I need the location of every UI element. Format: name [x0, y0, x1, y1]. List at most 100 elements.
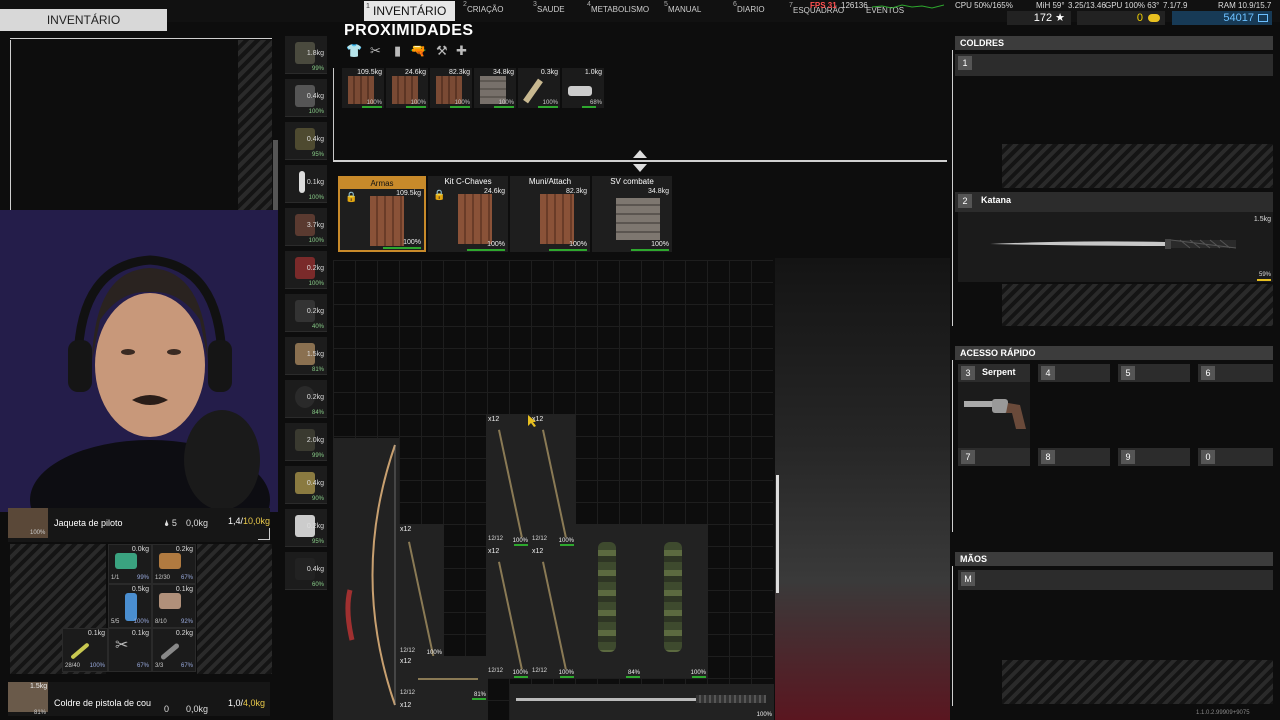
tab-inventory[interactable]: 1 INVENTÁRIO — [364, 1, 456, 21]
equip-slot[interactable]: 0.1kg 100% — [285, 165, 327, 203]
scrollbar[interactable] — [776, 475, 779, 593]
nearby-item[interactable]: 24.6kg 100% — [386, 68, 428, 108]
bow-icon — [345, 444, 396, 706]
holster-slot-2[interactable]: 2 Katana — [955, 192, 1273, 212]
item-condition: 81% — [311, 367, 324, 373]
ammo-count: 12/12 — [400, 690, 416, 696]
bag-item[interactable]: 0.2kg 3/3 67% — [152, 628, 196, 672]
grid-item-arrows[interactable]: x12 12/12 100% — [398, 524, 444, 658]
vram-readout: 7.1/7.9 — [1163, 1, 1188, 10]
grid-item-arrows[interactable]: x12 12/12 100% — [530, 414, 576, 546]
holster-name: Coldre de pistola de cou — [54, 698, 152, 708]
quick-slot-4[interactable]: 4 — [1038, 364, 1110, 382]
collapse-arrow-icon[interactable] — [633, 150, 647, 158]
holster-item-weight: 1.5kg — [30, 683, 48, 690]
container-combat[interactable]: SV combate 34.8kg 100% — [592, 176, 672, 252]
equip-slot[interactable]: 0.4kg 100% — [285, 79, 327, 117]
equip-slot[interactable]: 0.4kg 90% — [285, 466, 327, 504]
medical-filter-icon[interactable]: ✚ — [456, 43, 467, 59]
equip-slot[interactable]: 2.0kg 99% — [285, 423, 327, 461]
grid-item-camo-wrap[interactable]: 84% — [576, 524, 642, 678]
consumables-filter-icon[interactable]: ▮ — [394, 43, 401, 59]
expand-arrow-icon[interactable] — [633, 164, 647, 172]
holster-weight: 0,0kg — [186, 704, 209, 714]
item-icon — [70, 642, 90, 660]
bag-item[interactable]: 0.1kg 28/40 100% — [62, 628, 108, 672]
quick-slot-9[interactable]: 9 — [1118, 448, 1190, 466]
item-condition: 99% — [136, 575, 149, 581]
tab-crafting[interactable]: 2 CRIAÇÃO — [463, 0, 503, 20]
grid-item-katana[interactable]: 100% — [510, 684, 774, 720]
slot-item-name: Serpent — [982, 367, 1016, 377]
fps-value: FPS 31 — [810, 1, 837, 10]
jacket-container[interactable]: 100% Jaqueta de piloto 🌢 5 0,0kg 1,4/10,… — [8, 508, 270, 542]
quick-slot-3[interactable]: 3 Serpent — [958, 364, 1030, 382]
condition-bar — [514, 676, 528, 678]
grid-item-arrows[interactable]: x12 12/12 100% — [486, 414, 530, 546]
panel-border — [10, 38, 272, 39]
equip-slot[interactable]: 0.2kg 100% — [285, 251, 327, 289]
tab-metabolism[interactable]: 4 METABOLISMO — [587, 0, 649, 20]
grid-item-camo-wrap[interactable]: 100% — [642, 524, 708, 678]
item-weight: 0.4kg — [306, 136, 324, 143]
grid-item-arrows[interactable]: x12 12/12 100% — [486, 546, 530, 678]
camo-wrap-icon — [598, 542, 616, 652]
grid-item-arrows[interactable]: x12 — [398, 700, 488, 720]
lock-icon: 🔒 — [433, 190, 446, 201]
container-ammo[interactable]: Muni/Attach 82.3kg 100% — [510, 176, 590, 252]
equip-slot[interactable]: 0.2kg 84% — [285, 380, 327, 418]
crafting-filter-icon[interactable]: ⚒ — [436, 43, 448, 59]
bag-item[interactable]: 0.2kg 12/30 67% — [152, 544, 196, 584]
resize-handle[interactable] — [258, 528, 270, 540]
bag-item[interactable]: 0.1kg ✂ 67% — [108, 628, 152, 672]
nearby-item[interactable]: 34.8kg 100% — [474, 68, 516, 108]
bag-item[interactable]: 0.0kg 1/1 99% — [108, 544, 152, 584]
hands-slot[interactable]: M — [958, 570, 1273, 590]
tools-filter-icon[interactable]: ✂ — [370, 43, 381, 59]
container-keys[interactable]: Kit C-Chaves 🔒 24.6kg 100% — [428, 176, 508, 252]
scrollbar[interactable] — [273, 140, 278, 210]
holster-slot-1[interactable]: 1 — [955, 54, 1273, 76]
tab-diary[interactable]: 6 DIARIO — [733, 0, 765, 20]
container-weapons[interactable]: Armas 🔒 109.5kg 100% — [338, 176, 426, 252]
tab-label: MANUAL — [668, 5, 702, 14]
nearby-item[interactable]: 1.0kg 68% — [562, 68, 604, 108]
capacity-used: 1,0/ — [228, 698, 244, 708]
item-weight: 109.5kg — [357, 69, 382, 76]
nearby-item[interactable]: 0.3kg 100% — [518, 68, 560, 108]
quick-slot-5[interactable]: 5 — [1118, 364, 1190, 382]
equip-slot[interactable]: 3.7kg 100% — [285, 208, 327, 246]
bag-item[interactable]: 0.5kg 5/5 100% — [108, 584, 152, 628]
item-weight: 82.3kg — [448, 69, 470, 76]
quick-slot-6[interactable]: 6 — [1198, 364, 1273, 382]
quick-slot-0[interactable]: 0 — [1198, 448, 1273, 466]
bag-item[interactable]: 0.1kg 8/10 92% — [152, 584, 196, 628]
item-condition: 40% — [311, 324, 324, 330]
condition-bar — [692, 676, 706, 678]
equip-slot[interactable]: 0.2kg 95% — [285, 509, 327, 547]
clothing-filter-icon[interactable]: 👕 — [346, 43, 362, 59]
item-weight: 0.4kg — [306, 566, 324, 573]
empty-slot-hatch — [238, 40, 272, 210]
tab-manual[interactable]: 5 MANUAL — [664, 0, 701, 20]
equip-slot[interactable]: 1.5kg 81% — [285, 337, 327, 375]
item-weight: 3.7kg — [306, 222, 324, 229]
nearby-item[interactable]: 109.5kg 100% — [342, 68, 384, 108]
weapons-filter-icon[interactable]: 🔫 — [410, 43, 426, 59]
condition-bar — [582, 106, 596, 108]
frametime-readout: 126136 — [841, 1, 868, 10]
equip-slot[interactable]: 1.8kg 99% — [285, 36, 327, 74]
item-weight: 24.6kg — [404, 69, 426, 76]
grid-item-arrows[interactable]: x12 12/12 81% — [398, 656, 488, 700]
condition-bar — [631, 249, 669, 251]
grid-item-arrows[interactable]: x12 12/12 100% — [530, 546, 576, 678]
nearby-item[interactable]: 82.3kg 100% — [430, 68, 472, 108]
tab-health[interactable]: 3 SAUDE — [533, 0, 565, 20]
ammo-count: 12/12 — [488, 668, 504, 674]
equip-slot[interactable]: 0.4kg 95% — [285, 122, 327, 160]
equip-slot[interactable]: 0.2kg 40% — [285, 294, 327, 332]
equip-slot[interactable]: 0.4kg 60% — [285, 552, 327, 590]
quick-slot-7[interactable]: 7 — [958, 448, 1030, 466]
holster-container[interactable]: 1.5kg 81% Coldre de pistola de cou 0 0,0… — [8, 682, 270, 716]
quick-slot-8[interactable]: 8 — [1038, 448, 1110, 466]
